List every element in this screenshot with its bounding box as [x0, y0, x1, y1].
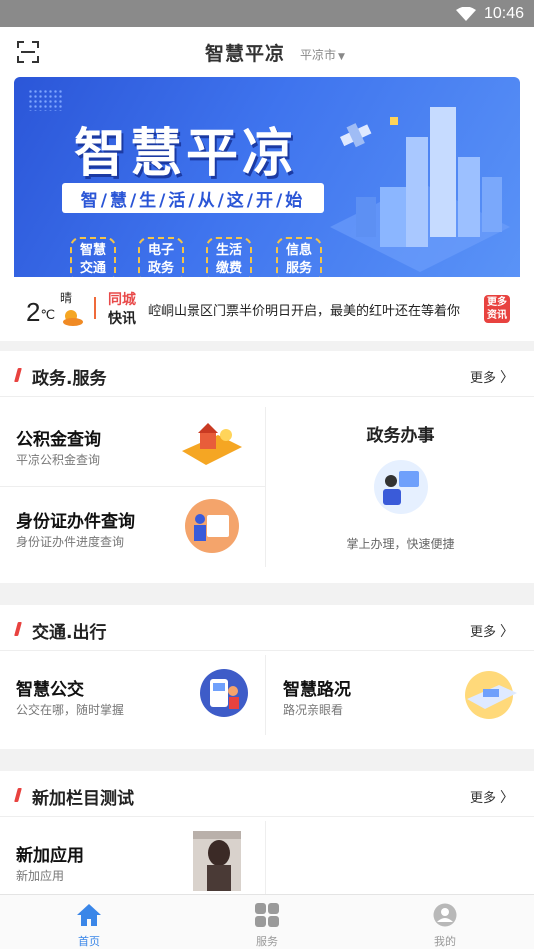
scan-icon[interactable]: [16, 40, 40, 64]
weather-text: 晴: [60, 291, 73, 305]
status-bar: 10:46: [0, 0, 534, 27]
road-condition-icon: [465, 671, 517, 719]
news-ticker[interactable]: 2℃ 晴 同城 快讯 崆峒山景区门票半价明日开启，最美的红叶还在等着你 更多 资讯: [0, 277, 534, 341]
city-label: 平凉市: [300, 48, 337, 62]
service-subtitle: 公交在哪，随时掌握: [16, 703, 125, 717]
feature-subtitle: 掌上办理，快速便捷: [346, 537, 455, 551]
banner-tag: 生活 缴费: [206, 237, 252, 277]
more-label: 更多: [469, 625, 496, 640]
banner-tag: 电子 政务: [138, 237, 184, 277]
chevron-right-icon: 〉: [500, 370, 514, 386]
tab-services[interactable]: 服务: [178, 895, 356, 949]
service-subtitle: 新加应用: [16, 869, 65, 883]
tab-profile[interactable]: 我的: [356, 895, 534, 949]
wifi-icon: [455, 6, 476, 21]
banner-wrapper: 智慧平凉 智/慧/生/活/从/这/开/始 智慧 交通 电子 政务 生活 缴费 信息 服务: [0, 77, 534, 277]
app-header: 智慧平凉 平凉市 ▼: [0, 27, 534, 77]
more-news-button[interactable]: 更多 资讯: [484, 295, 510, 323]
service-item[interactable]: 公积金查询 平凉公积金查询: [0, 407, 266, 487]
section-marker: [14, 368, 22, 382]
section-header: 新加栏目测试 更多〉: [0, 771, 534, 817]
service-title: 智慧路况: [283, 680, 351, 700]
section-title: 新加栏目测试: [32, 789, 134, 809]
chevron-right-icon: 〉: [500, 624, 514, 640]
tab-label: 服务: [256, 935, 278, 948]
service-item[interactable]: 智慧公交 公交在哪，随时掌握: [0, 655, 266, 735]
temperature-unit: ℃: [40, 307, 56, 322]
more-link[interactable]: 更多〉: [470, 787, 514, 807]
service-title: 公积金查询: [16, 430, 101, 450]
temperature-value: 2: [26, 297, 41, 327]
chevron-right-icon: 〉: [500, 790, 514, 806]
sun-cloud-icon: [63, 310, 83, 326]
feature-title: 政务办事: [366, 426, 435, 446]
home-icon: [77, 904, 101, 926]
section-gov: 政务.服务 更多〉 公积金查询 平凉公积金查询 身份证办件查询 身份证办件进度查…: [0, 351, 534, 583]
grid-icon: [255, 903, 279, 927]
more-label: 更多: [469, 791, 496, 806]
tab-home[interactable]: 首页: [0, 895, 178, 949]
app-thumbnail-image: [193, 831, 241, 891]
clock: 10:46: [483, 4, 524, 22]
news-label-line2: 快讯: [108, 311, 136, 327]
app-screen: 10:46 智慧平凉 平凉市 ▼ 智慧平凉 智/慧/生/活/从/这/开/始 智慧交…: [0, 0, 534, 949]
service-subtitle: 身份证办件进度查询: [16, 535, 125, 549]
decorative-dots: [28, 89, 62, 111]
temperature: 2℃: [26, 297, 55, 328]
banner-carousel[interactable]: 智慧平凉 智/慧/生/活/从/这/开/始 智慧 交通 电子 政务 生活 缴费 信息 服务: [14, 77, 520, 277]
news-label-line1: 同城: [108, 292, 136, 308]
page-title: 智慧平凉: [205, 43, 286, 65]
section-header: 交通.出行 更多〉: [0, 605, 534, 651]
more-label: 更多: [469, 371, 496, 386]
section-new-column: 新加栏目测试 更多〉 新加应用 新加应用: [0, 771, 534, 903]
service-item[interactable]: 智慧路况 路况亲眼看: [267, 655, 534, 735]
section-traffic: 交通.出行 更多〉 智慧公交 公交在哪，随时掌握 智慧路况 路况亲眼看: [0, 605, 534, 749]
banner-slogan: 智/慧/生/活/从/这/开/始: [62, 183, 324, 213]
banner-tag: 智慧 交通: [70, 237, 116, 277]
gov-affairs-icon: [374, 460, 428, 514]
section-marker: [14, 788, 22, 802]
service-subtitle: 平凉公积金查询: [16, 453, 101, 467]
house-fund-icon: [182, 423, 242, 465]
more-link[interactable]: 更多〉: [470, 367, 514, 387]
tab-label: 首页: [78, 935, 100, 948]
section-marker: [14, 622, 22, 636]
caret-down-icon: ▼: [338, 52, 345, 62]
section-header: 政务.服务 更多〉: [0, 351, 534, 397]
section-title: 交通.出行: [32, 623, 107, 643]
user-avatar-icon: [433, 903, 457, 927]
banner-title: 智慧平凉: [74, 124, 299, 184]
feature-service-card[interactable]: 政务办事 掌上办理，快速便捷: [267, 407, 534, 567]
service-item[interactable]: 身份证办件查询 身份证办件进度查询: [0, 487, 266, 567]
service-title: 身份证办件查询: [16, 512, 135, 532]
city-selector[interactable]: 平凉市 ▼: [300, 46, 345, 63]
bus-icon: [200, 669, 248, 717]
bottom-tab-bar: 首页 服务 我的: [0, 894, 534, 949]
city-illustration: [330, 107, 510, 272]
news-headline[interactable]: 崆峒山景区门票半价明日开启，最美的红叶还在等着你: [148, 300, 460, 319]
news-divider: [94, 297, 96, 319]
tab-label: 我的: [434, 935, 456, 948]
section-title: 政务.服务: [32, 369, 107, 389]
id-card-icon: [185, 499, 239, 553]
service-title: 新加应用: [16, 846, 84, 866]
more-link[interactable]: 更多〉: [470, 621, 514, 641]
service-item[interactable]: 新加应用 新加应用: [0, 821, 266, 901]
service-subtitle: 路况亲眼看: [283, 703, 344, 717]
service-title: 智慧公交: [16, 680, 84, 700]
